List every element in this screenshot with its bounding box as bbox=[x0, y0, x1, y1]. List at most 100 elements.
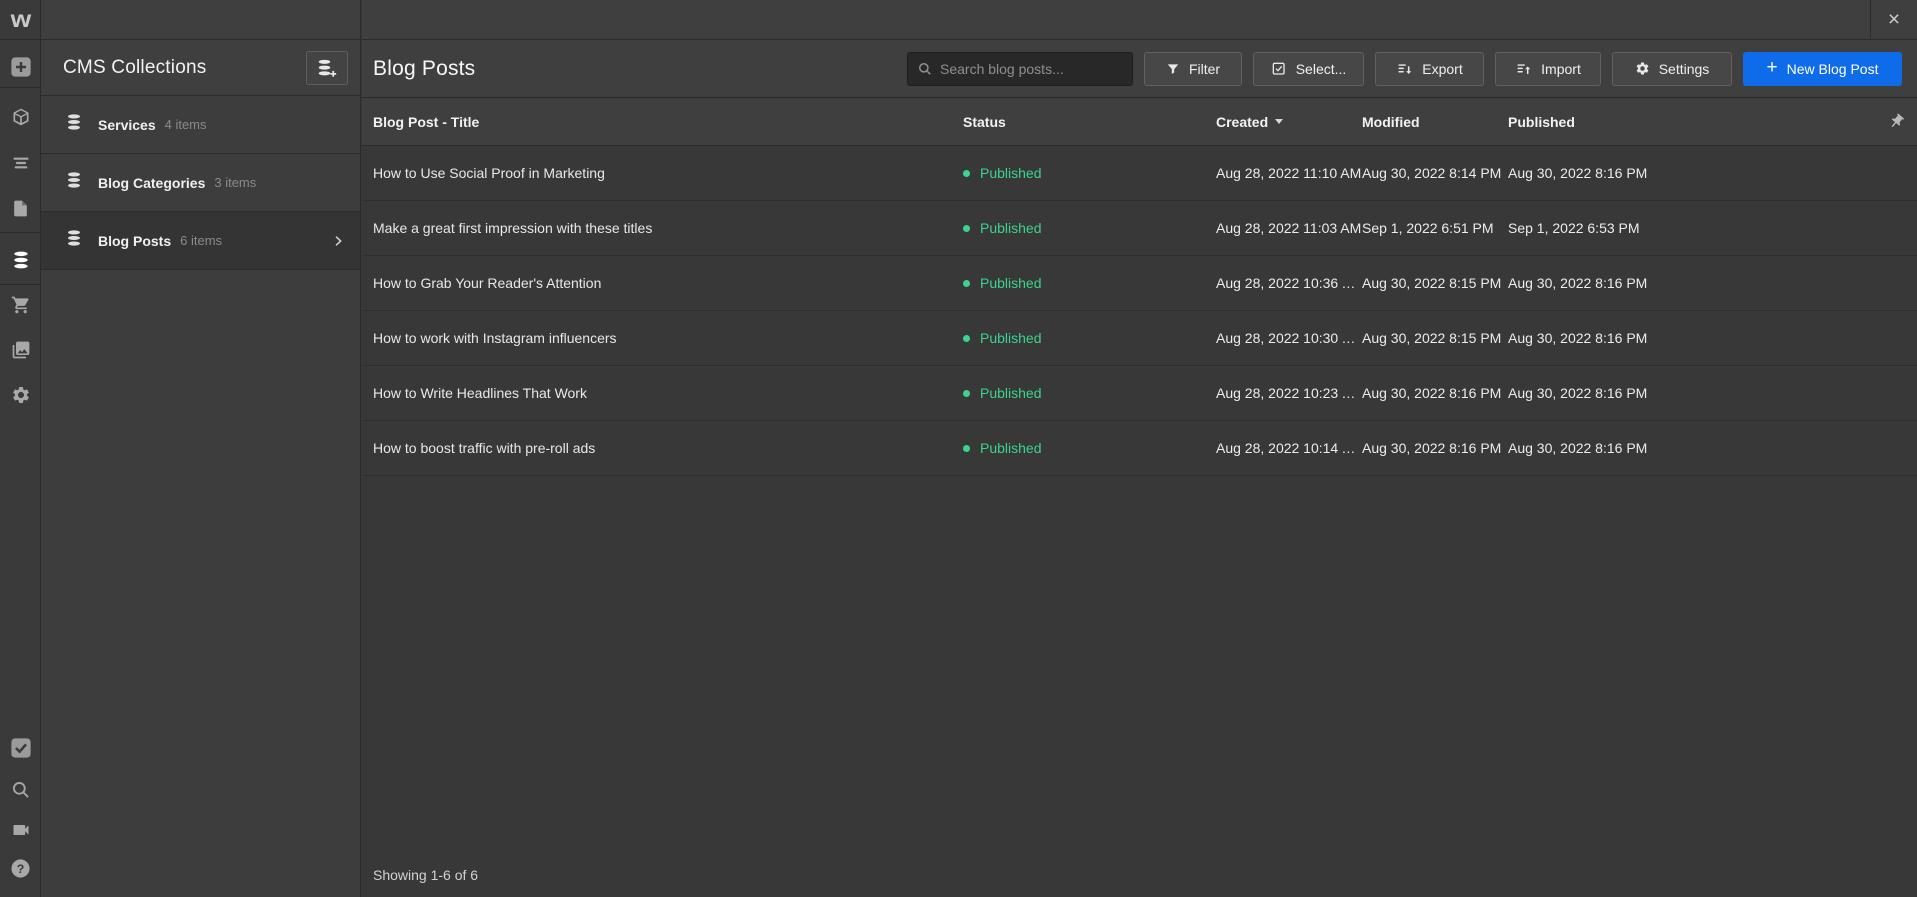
sidebar-item-services[interactable]: Services 4 items bbox=[41, 96, 360, 154]
row-modified: Aug 30, 2022 8:15 PM bbox=[1362, 330, 1508, 346]
status-dot-icon bbox=[963, 225, 970, 232]
database-icon bbox=[65, 171, 83, 194]
row-modified: Sep 1, 2022 6:51 PM bbox=[1362, 220, 1508, 236]
collection-label: Services bbox=[98, 117, 156, 133]
navigator-icon[interactable] bbox=[0, 148, 41, 178]
plus-icon: + bbox=[1767, 58, 1778, 77]
row-created: Aug 28, 2022 10:30 AM bbox=[1216, 330, 1362, 346]
table-body: How to Use Social Proof in Marketing Pub… bbox=[362, 146, 1917, 476]
add-panel-icon[interactable] bbox=[0, 52, 41, 82]
help-icon[interactable]: ? bbox=[0, 853, 41, 883]
row-title: How to Write Headlines That Work bbox=[362, 385, 963, 401]
collection-label: Blog Posts bbox=[98, 233, 171, 249]
svg-text:?: ? bbox=[17, 861, 25, 875]
collection-settings-button[interactable]: Settings bbox=[1612, 52, 1732, 86]
table-row[interactable]: How to work with Instagram influencers P… bbox=[362, 311, 1917, 366]
panel-title: CMS Collections bbox=[63, 57, 206, 79]
toolbar-divider bbox=[0, 232, 41, 233]
row-status: Published bbox=[963, 385, 1216, 401]
assets-icon[interactable] bbox=[0, 335, 41, 365]
video-tutorials-icon[interactable] bbox=[0, 815, 41, 845]
export-icon bbox=[1396, 61, 1413, 77]
row-title: How to work with Instagram influencers bbox=[362, 330, 963, 346]
status-dot-icon bbox=[963, 445, 970, 452]
row-title: How to boost traffic with pre-roll ads bbox=[362, 440, 963, 456]
toolbar-divider bbox=[0, 87, 41, 88]
new-blog-post-button[interactable]: + New Blog Post bbox=[1743, 52, 1902, 86]
collection-label: Blog Categories bbox=[98, 175, 205, 191]
webflow-logo-icon: w bbox=[10, 8, 31, 31]
row-status: Published bbox=[963, 275, 1216, 291]
status-dot-icon bbox=[963, 335, 970, 342]
toolbar-divider bbox=[0, 284, 41, 285]
row-published: Aug 30, 2022 8:16 PM bbox=[1508, 275, 1871, 291]
search-input[interactable] bbox=[940, 61, 1122, 77]
table-header: Blog Post - Title Status Created Modifie… bbox=[362, 98, 1917, 146]
checkbox-icon bbox=[1271, 61, 1287, 77]
pages-icon[interactable] bbox=[0, 193, 41, 223]
status-label: Published bbox=[980, 165, 1042, 181]
cms-icon[interactable] bbox=[0, 245, 41, 275]
row-created: Aug 28, 2022 10:36 AM bbox=[1216, 275, 1362, 291]
quick-find-icon[interactable] bbox=[0, 775, 41, 805]
column-header-published[interactable]: Published bbox=[1508, 114, 1871, 130]
table-row[interactable]: How to Write Headlines That Work Publish… bbox=[362, 366, 1917, 421]
status-dot-icon bbox=[963, 280, 970, 287]
main-content: × Blog Posts Filter Select... Export bbox=[362, 0, 1917, 897]
import-icon bbox=[1515, 61, 1532, 77]
collection-count: 3 items bbox=[214, 175, 256, 190]
pin-icon bbox=[1885, 110, 1909, 134]
audit-panel-icon[interactable] bbox=[0, 733, 41, 763]
row-published: Aug 30, 2022 8:16 PM bbox=[1508, 440, 1871, 456]
status-label: Published bbox=[980, 220, 1042, 236]
row-status: Published bbox=[963, 440, 1216, 456]
column-header-created[interactable]: Created bbox=[1216, 114, 1362, 130]
database-icon bbox=[65, 113, 83, 136]
filter-button[interactable]: Filter bbox=[1144, 52, 1242, 86]
search-icon bbox=[918, 62, 932, 76]
row-status: Published bbox=[963, 330, 1216, 346]
webflow-designer-window: w bbox=[0, 0, 1917, 897]
chevron-right-icon bbox=[330, 233, 346, 249]
row-status: Published bbox=[963, 220, 1216, 236]
add-collection-button[interactable] bbox=[306, 51, 348, 85]
column-header-status[interactable]: Status bbox=[963, 114, 1216, 130]
select-button[interactable]: Select... bbox=[1253, 52, 1364, 86]
table-row[interactable]: How to Grab Your Reader's Attention Publ… bbox=[362, 256, 1917, 311]
row-published: Aug 30, 2022 8:16 PM bbox=[1508, 330, 1871, 346]
settings-icon[interactable] bbox=[0, 380, 41, 410]
sidebar-item-blog-posts[interactable]: Blog Posts 6 items bbox=[41, 212, 360, 270]
sidebar-item-blog-categories[interactable]: Blog Categories 3 items bbox=[41, 154, 360, 212]
status-label: Published bbox=[980, 385, 1042, 401]
row-modified: Aug 30, 2022 8:16 PM bbox=[1362, 385, 1508, 401]
webflow-menu-button[interactable]: w bbox=[0, 0, 41, 40]
window-title-strip: × bbox=[362, 0, 1917, 40]
cms-collections-panel: CMS Collections Services 4 items Blog Ca… bbox=[41, 0, 361, 897]
ecommerce-icon[interactable] bbox=[0, 290, 41, 320]
column-header-title[interactable]: Blog Post - Title bbox=[362, 114, 963, 130]
pin-columns-button[interactable] bbox=[1871, 113, 1917, 130]
row-title: Make a great first impression with these… bbox=[362, 220, 963, 236]
row-title: How to Grab Your Reader's Attention bbox=[362, 275, 963, 291]
table-row[interactable]: How to Use Social Proof in Marketing Pub… bbox=[362, 146, 1917, 201]
table-row[interactable]: How to boost traffic with pre-roll ads P… bbox=[362, 421, 1917, 476]
close-button[interactable]: × bbox=[1870, 0, 1917, 39]
database-icon bbox=[65, 229, 83, 252]
components-icon[interactable] bbox=[0, 102, 41, 132]
status-label: Published bbox=[980, 330, 1042, 346]
filter-icon bbox=[1166, 62, 1180, 76]
database-plus-icon bbox=[316, 58, 338, 78]
import-button[interactable]: Import bbox=[1495, 52, 1601, 86]
sidebar-header: CMS Collections bbox=[41, 40, 360, 96]
gear-icon bbox=[1635, 61, 1650, 76]
row-modified: Aug 30, 2022 8:15 PM bbox=[1362, 275, 1508, 291]
table-row[interactable]: Make a great first impression with these… bbox=[362, 201, 1917, 256]
export-button[interactable]: Export bbox=[1375, 52, 1484, 86]
row-created: Aug 28, 2022 11:03 AM bbox=[1216, 220, 1362, 236]
page-title: Blog Posts bbox=[373, 57, 475, 81]
search-box[interactable] bbox=[907, 52, 1133, 86]
row-published: Sep 1, 2022 6:53 PM bbox=[1508, 220, 1871, 236]
row-status: Published bbox=[963, 165, 1216, 181]
column-header-modified[interactable]: Modified bbox=[1362, 114, 1508, 130]
row-modified: Aug 30, 2022 8:16 PM bbox=[1362, 440, 1508, 456]
